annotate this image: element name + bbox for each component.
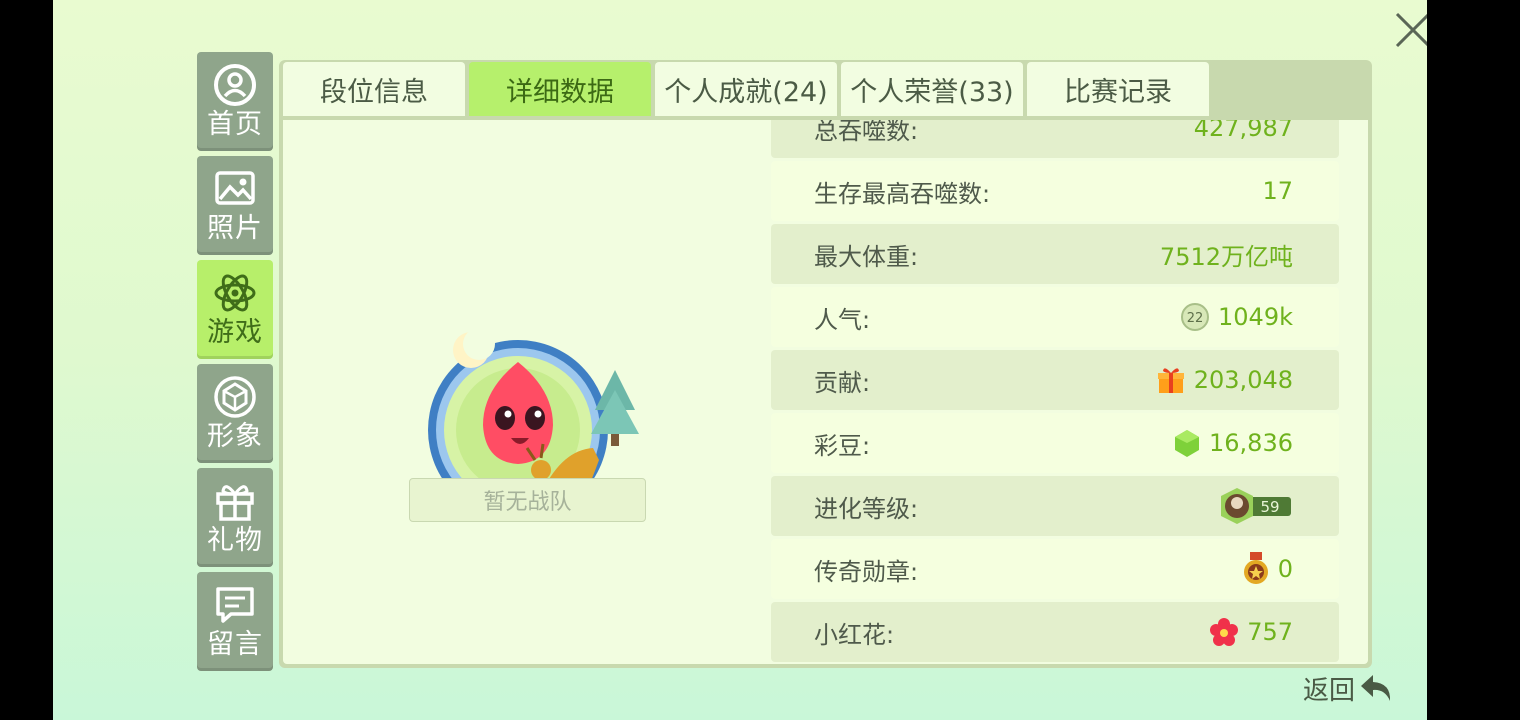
stat-value-group: 203,048 [1156,365,1293,395]
stat-value-group: 757 [1209,617,1293,647]
stat-value: 7512万亿吨 [1159,242,1293,271]
back-button[interactable]: 返回 [1303,665,1427,711]
stat-label: 最大体重: [814,242,919,271]
sidebar-item-label: 游戏 [207,316,263,348]
main-panel: 段位信息 详细数据 个人成就(24) 个人荣誉(33) 比赛记录 暂无战队 总吞… [279,60,1372,668]
tab-rank-info[interactable]: 段位信息 [283,62,465,116]
stat-row-red-flower: 小红花: 757 [771,602,1339,662]
sidebar-item-home[interactable]: 首页 [197,52,273,151]
stat-label: 传奇勋章: [814,557,919,586]
gift-icon [213,479,257,523]
sidebar: 首页 照片 游戏 形象 礼物 留言 [197,52,273,676]
stat-value: 16,836 [1209,429,1293,457]
tab-bar: 段位信息 详细数据 个人成就(24) 个人荣誉(33) 比赛记录 [283,62,1213,116]
back-label: 返回 [1303,675,1356,706]
stat-value: 427,987 [1193,120,1293,142]
stat-row-legend-medal: 传奇勋章: 0 [771,539,1339,599]
sidebar-item-label: 形象 [207,420,263,452]
stat-label: 人气: [814,305,871,334]
stat-value: 1049k [1218,303,1293,331]
stat-label: 贡献: [814,368,871,397]
stat-row-total-eaten: 总吞噬数: 427,987 [771,120,1339,158]
atom-icon [213,271,257,315]
stat-label: 生存最高吞噬数: [814,179,991,208]
stats-list: 总吞噬数: 427,987 生存最高吞噬数: 17 最大体重: 7512万亿吨 … [771,120,1339,664]
sidebar-item-game[interactable]: 游戏 [197,260,273,359]
team-status: 暂无战队 [409,478,646,522]
tab-detailed-data[interactable]: 详细数据 [469,62,651,116]
stat-row-popularity: 人气: 22 1049k [771,287,1339,347]
sidebar-item-label: 礼物 [207,524,263,556]
evolution-badge-icon: 59 [1217,486,1293,526]
close-icon [1395,12,1427,48]
stat-value: 757 [1247,618,1293,646]
sidebar-item-messages[interactable]: 留言 [197,572,273,671]
detail-content: 暂无战队 总吞噬数: 427,987 生存最高吞噬数: 17 最大体重: 751… [283,120,1368,664]
svg-text:22: 22 [1187,311,1204,326]
sidebar-item-appearance[interactable]: 形象 [197,364,273,463]
close-button[interactable] [1378,0,1427,60]
diamond-icon [213,375,257,419]
stat-value-group: 59 [1217,486,1293,526]
sidebar-item-gifts[interactable]: 礼物 [197,468,273,567]
profile-icon [213,63,257,107]
tab-honors[interactable]: 个人荣誉(33) [841,62,1023,116]
sidebar-item-label: 首页 [207,108,263,140]
sidebar-item-label: 照片 [207,212,263,244]
stat-row-evolution-level: 进化等级: 59 [771,476,1339,536]
stat-label: 进化等级: [814,494,919,523]
stat-value-group: 16,836 [1173,428,1293,458]
right-letterbox [1427,0,1520,720]
game-profile-screen: 首页 照片 游戏 形象 礼物 留言 段位信息 详细数据 个人成就(24) 个人荣… [53,0,1427,720]
stat-label: 小红花: [814,620,895,649]
stat-value: 203,048 [1193,366,1293,394]
stat-value-group: 22 1049k [1180,302,1293,332]
stat-row-contribution: 贡献: 203,048 [771,350,1339,410]
message-icon [213,583,257,627]
stat-label: 彩豆: [814,431,871,460]
stat-label: 总吞噬数: [814,120,919,145]
gift-box-icon [1156,365,1186,395]
green-gem-icon [1173,428,1201,458]
tab-achievements[interactable]: 个人成就(24) [655,62,837,116]
tab-match-records[interactable]: 比赛记录 [1027,62,1209,116]
svg-text:59: 59 [1260,498,1279,516]
stat-value: 17 [1262,177,1293,205]
red-flower-icon [1209,617,1239,647]
sidebar-item-label: 留言 [207,628,263,660]
stat-value-group: 0 [1242,551,1293,587]
stat-row-colored-beans: 彩豆: 16,836 [771,413,1339,473]
legend-medal-icon [1242,551,1270,587]
stat-row-max-survival-eaten: 生存最高吞噬数: 17 [771,161,1339,221]
popularity-badge-icon: 22 [1180,302,1210,332]
back-arrow-icon [1361,675,1391,701]
photo-icon [213,167,257,211]
sidebar-item-photos[interactable]: 照片 [197,156,273,255]
stat-value: 0 [1277,555,1293,583]
stat-row-max-weight: 最大体重: 7512万亿吨 [771,224,1339,284]
